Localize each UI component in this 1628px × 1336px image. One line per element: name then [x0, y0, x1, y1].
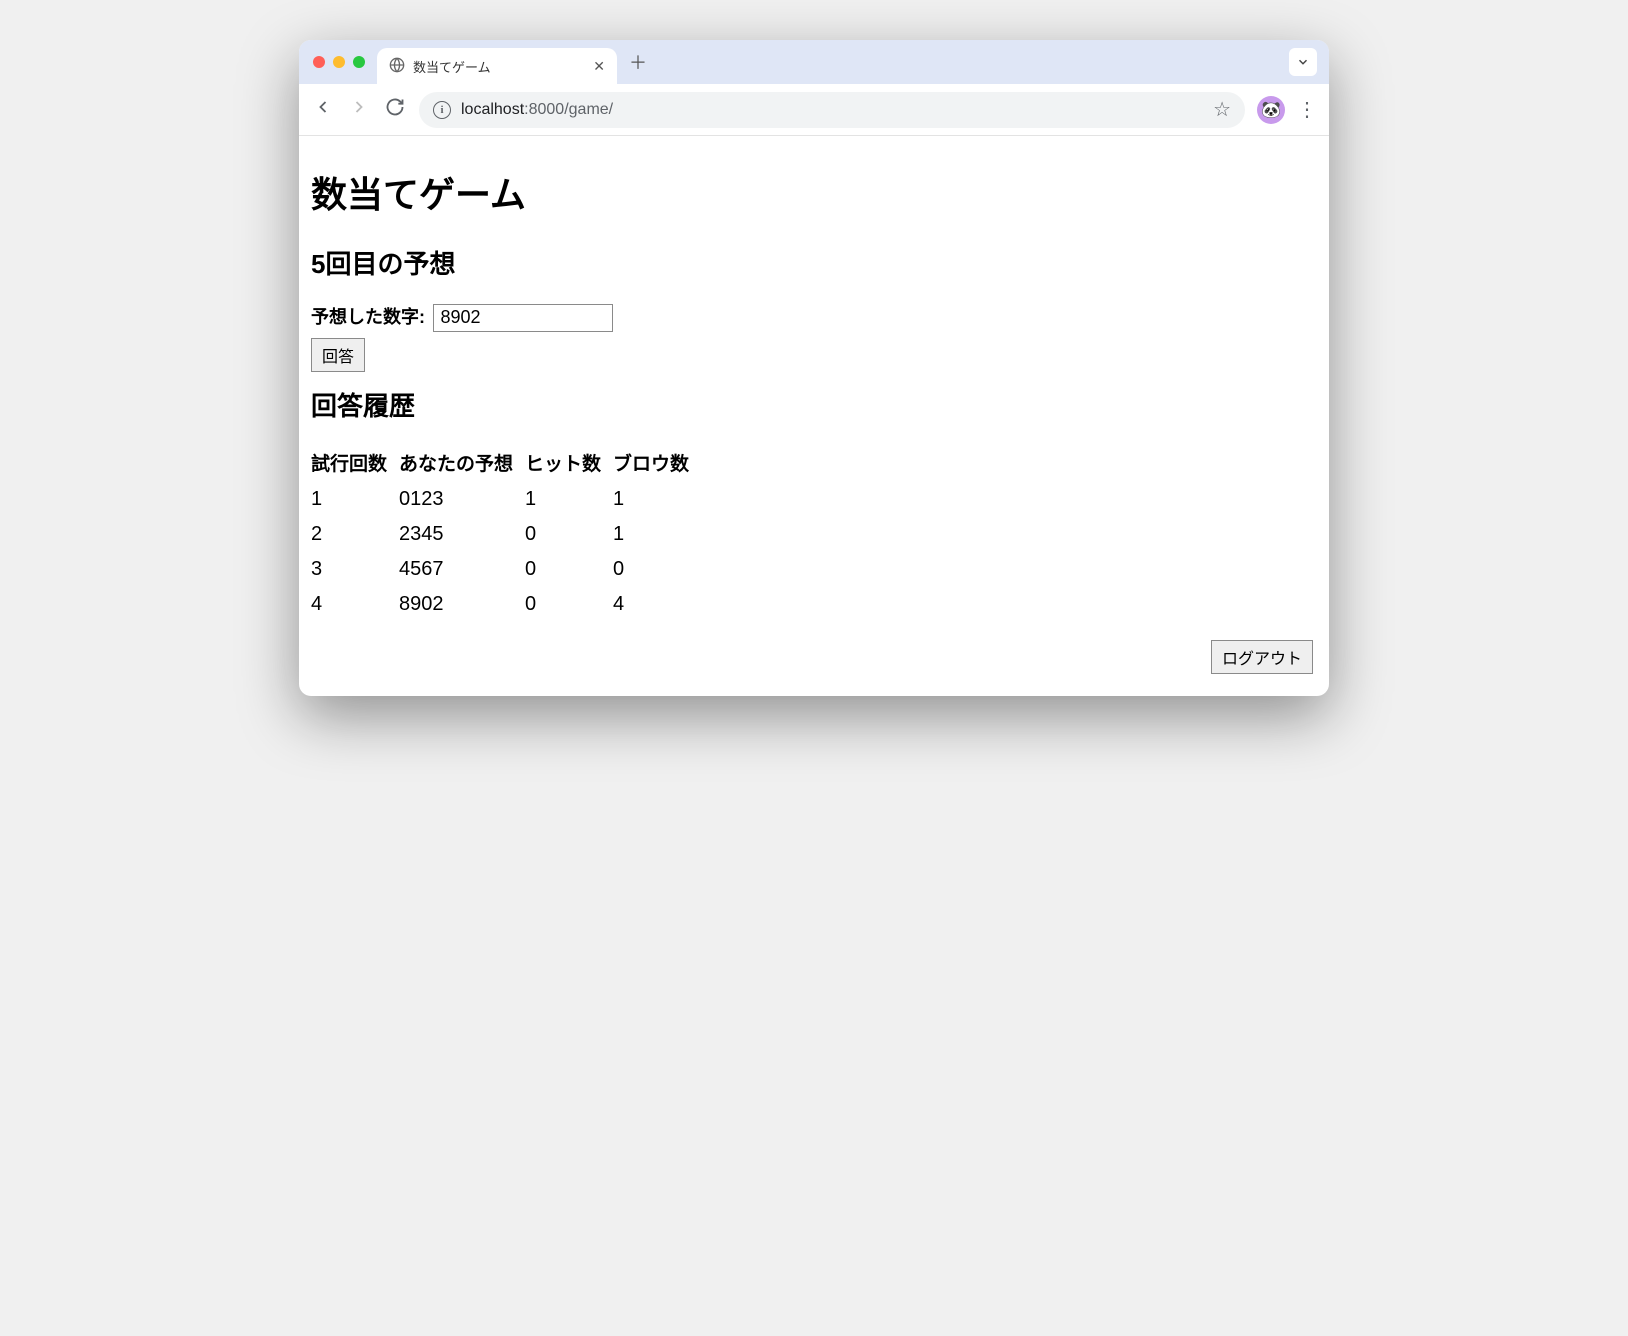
table-cell-hits: 0 — [525, 517, 613, 552]
guess-label: 予想した数字: — [311, 307, 425, 327]
table-cell-trial: 4 — [311, 587, 399, 622]
col-trial: 試行回数 — [311, 445, 399, 482]
globe-icon — [389, 57, 405, 76]
table-cell-trial: 2 — [311, 517, 399, 552]
page-content: 数当てゲーム 5回目の予想 予想した数字: 回答 回答履歴 試行回数 あなたの予… — [299, 136, 1329, 696]
site-info-icon[interactable]: i — [433, 101, 451, 119]
close-window-button[interactable] — [313, 56, 325, 68]
history-heading: 回答履歴 — [311, 386, 1317, 423]
browser-toolbar: i localhost:8000/game/ ☆ 🐼 ⋮ — [299, 84, 1329, 136]
bookmark-star-icon[interactable]: ☆ — [1213, 97, 1231, 122]
forward-button[interactable] — [347, 97, 371, 123]
table-row: 1012311 — [311, 482, 701, 517]
address-bar[interactable]: i localhost:8000/game/ ☆ — [419, 92, 1245, 128]
table-cell-blows: 4 — [613, 587, 701, 622]
guess-heading: 5回目の予想 — [311, 244, 1317, 281]
url-text: localhost:8000/game/ — [461, 101, 1203, 119]
back-button[interactable] — [311, 97, 335, 123]
guess-form-row: 予想した数字: — [311, 303, 1317, 332]
tab-strip: 数当てゲーム ✕ ＋ — [299, 40, 1329, 84]
table-cell-blows: 0 — [613, 552, 701, 587]
browser-window: 数当てゲーム ✕ ＋ i localhost:8000/game/ ☆ 🐼 ⋮ — [299, 40, 1329, 696]
minimize-window-button[interactable] — [333, 56, 345, 68]
table-cell-trial: 1 — [311, 482, 399, 517]
table-row: 3456700 — [311, 552, 701, 587]
close-tab-button[interactable]: ✕ — [593, 58, 605, 75]
table-cell-hits: 0 — [525, 587, 613, 622]
page-title: 数当てゲーム — [311, 166, 1317, 218]
url-host: localhost — [461, 101, 524, 118]
reload-button[interactable] — [383, 97, 407, 123]
logout-button[interactable]: ログアウト — [1211, 640, 1313, 674]
window-controls — [307, 56, 377, 68]
profile-avatar[interactable]: 🐼 — [1257, 96, 1285, 124]
table-row: 2234501 — [311, 517, 701, 552]
maximize-window-button[interactable] — [353, 56, 365, 68]
table-cell-blows: 1 — [613, 517, 701, 552]
table-cell-guess: 8902 — [399, 587, 525, 622]
history-table: 試行回数 あなたの予想 ヒット数 ブロウ数 101231122345013456… — [311, 445, 701, 622]
table-cell-blows: 1 — [613, 482, 701, 517]
col-blows: ブロウ数 — [613, 445, 701, 482]
browser-tab[interactable]: 数当てゲーム ✕ — [377, 48, 617, 84]
submit-button[interactable]: 回答 — [311, 338, 365, 372]
table-cell-hits: 0 — [525, 552, 613, 587]
guess-input[interactable] — [433, 304, 613, 332]
table-cell-guess: 4567 — [399, 552, 525, 587]
new-tab-button[interactable]: ＋ — [629, 49, 647, 75]
history-header-row: 試行回数 あなたの予想 ヒット数 ブロウ数 — [311, 445, 701, 482]
tab-title: 数当てゲーム — [413, 57, 585, 76]
col-hits: ヒット数 — [525, 445, 613, 482]
table-cell-trial: 3 — [311, 552, 399, 587]
browser-menu-button[interactable]: ⋮ — [1297, 97, 1317, 122]
url-path: 8000/game/ — [529, 101, 614, 118]
table-cell-guess: 0123 — [399, 482, 525, 517]
col-guess: あなたの予想 — [399, 445, 525, 482]
tab-overflow-button[interactable] — [1289, 48, 1317, 76]
logout-wrapper: ログアウト — [311, 640, 1317, 674]
table-row: 4890204 — [311, 587, 701, 622]
table-cell-guess: 2345 — [399, 517, 525, 552]
table-cell-hits: 1 — [525, 482, 613, 517]
